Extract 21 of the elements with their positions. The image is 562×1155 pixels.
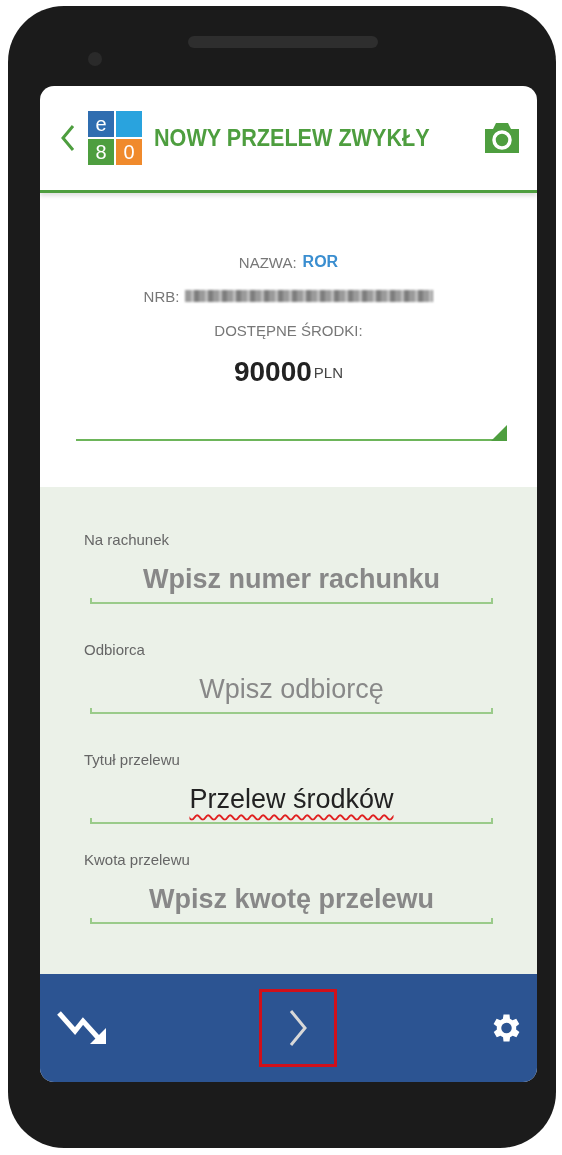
input-field[interactable]: Przelew środków (90, 776, 493, 824)
field-label: Odbiorca (84, 641, 145, 658)
back-icon[interactable] (60, 124, 76, 152)
field-label: Na rachunek (84, 531, 170, 548)
dropdown-corner-icon[interactable] (491, 425, 507, 441)
field-label: Tytuł przelewu (84, 751, 180, 768)
chevron-right-icon (287, 1008, 308, 1048)
input-field[interactable]: Wpisz kwotę przelewu (90, 876, 493, 924)
input-field[interactable]: Wpisz odbiorcę (90, 666, 493, 714)
next-button[interactable] (258, 989, 337, 1067)
name-label: NAZWA: (238, 253, 297, 271)
balance-amount: 90000 (233, 356, 312, 388)
funds-label: DOSTĘPNE ŚRODKI: (214, 321, 363, 339)
input-field[interactable]: Wpisz numer rachunku (90, 556, 493, 604)
field-label: Kwota przelewu (84, 851, 190, 868)
screen-title: NOWY PRZELEW ZWYKŁY (154, 124, 431, 152)
account-name: ROR (302, 253, 339, 271)
logo: e 8 0 (88, 111, 142, 165)
currency: PLN (313, 363, 344, 381)
nrb-label: NRB: (143, 287, 180, 305)
camera-icon[interactable] (483, 121, 521, 155)
